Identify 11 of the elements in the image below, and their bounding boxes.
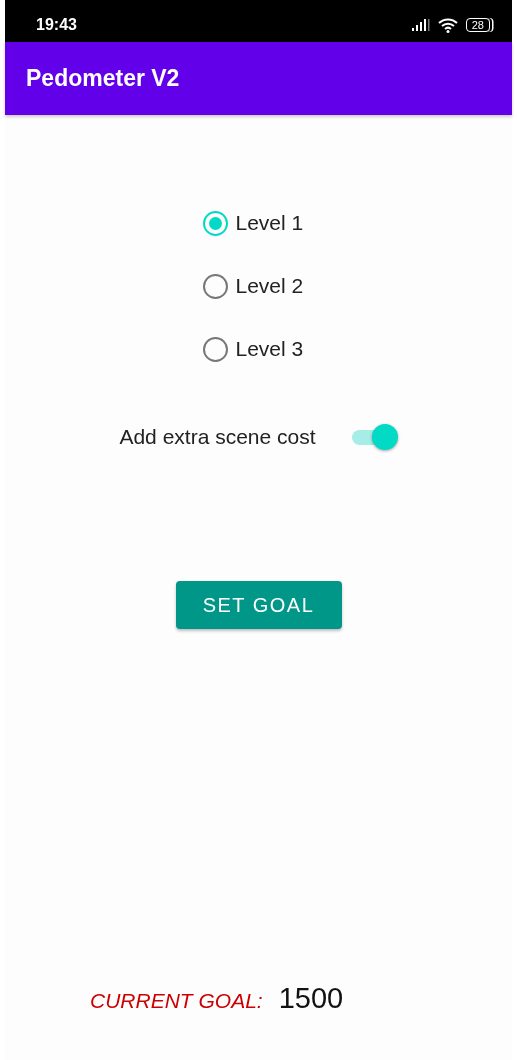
signal-icon [411, 19, 430, 31]
radio-option[interactable]: Level 2 [202, 266, 315, 306]
set-goal-button[interactable]: SET GOAL [175, 580, 342, 629]
radio-option[interactable]: Level 3 [202, 329, 315, 369]
goal-label: CURRENT GOAL: [90, 987, 263, 1014]
app-title: Pedometer V2 [5, 42, 512, 115]
clock-time: 19:43 [36, 15, 77, 35]
goal-value: 1500 [278, 980, 344, 1016]
radio-option[interactable]: Level 1 [202, 203, 315, 243]
switch-label: Add extra scene cost [119, 424, 316, 450]
wifi-icon [437, 17, 458, 33]
